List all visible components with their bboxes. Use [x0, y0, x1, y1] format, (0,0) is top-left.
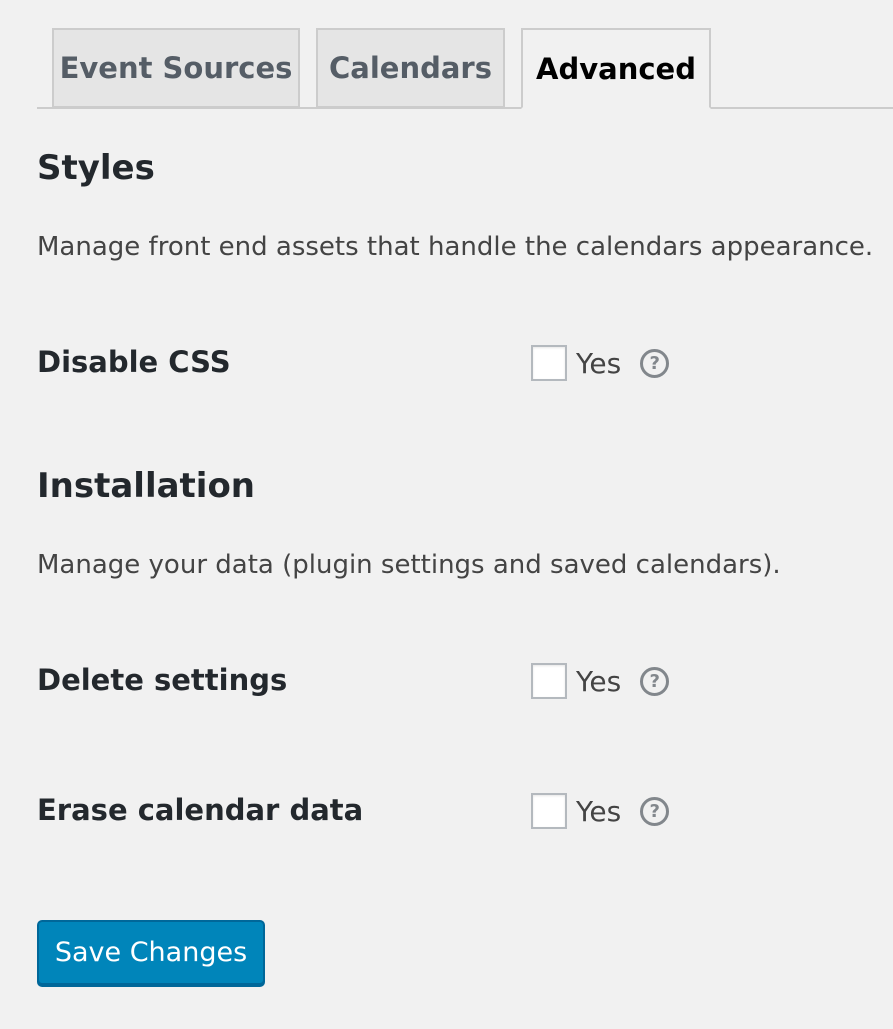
delete-settings-label: Delete settings: [37, 663, 288, 697]
erase-calendar-data-label: Erase calendar data: [37, 793, 364, 827]
disable-css-label: Disable CSS: [37, 345, 231, 379]
tab-event-sources[interactable]: Event Sources: [52, 28, 300, 108]
delete-settings-checkbox[interactable]: [531, 663, 567, 699]
advanced-settings-page: Event Sources Calendars Advanced Styles …: [0, 0, 893, 1029]
styles-heading: Styles: [37, 148, 155, 188]
delete-settings-option-label: Yes: [576, 664, 622, 698]
disable-css-checkbox[interactable]: [531, 345, 567, 381]
erase-calendar-data-option-label: Yes: [576, 794, 622, 828]
save-changes-button[interactable]: Save Changes: [37, 920, 265, 985]
erase-calendar-data-control: Yes ?: [531, 792, 670, 830]
delete-settings-control: Yes ?: [531, 662, 670, 700]
question-circle-icon[interactable]: ?: [640, 796, 670, 826]
installation-heading: Installation: [37, 466, 256, 506]
tab-calendars[interactable]: Calendars: [316, 28, 505, 108]
disable-css-option-label: Yes: [576, 346, 622, 380]
disable-css-control: Yes ?: [531, 344, 670, 382]
installation-description: Manage your data (plugin settings and sa…: [37, 550, 781, 580]
erase-calendar-data-checkbox[interactable]: [531, 793, 567, 829]
styles-description: Manage front end assets that handle the …: [37, 232, 874, 262]
question-circle-icon[interactable]: ?: [640, 348, 670, 378]
question-circle-icon[interactable]: ?: [640, 666, 670, 696]
tab-advanced[interactable]: Advanced: [521, 28, 711, 109]
